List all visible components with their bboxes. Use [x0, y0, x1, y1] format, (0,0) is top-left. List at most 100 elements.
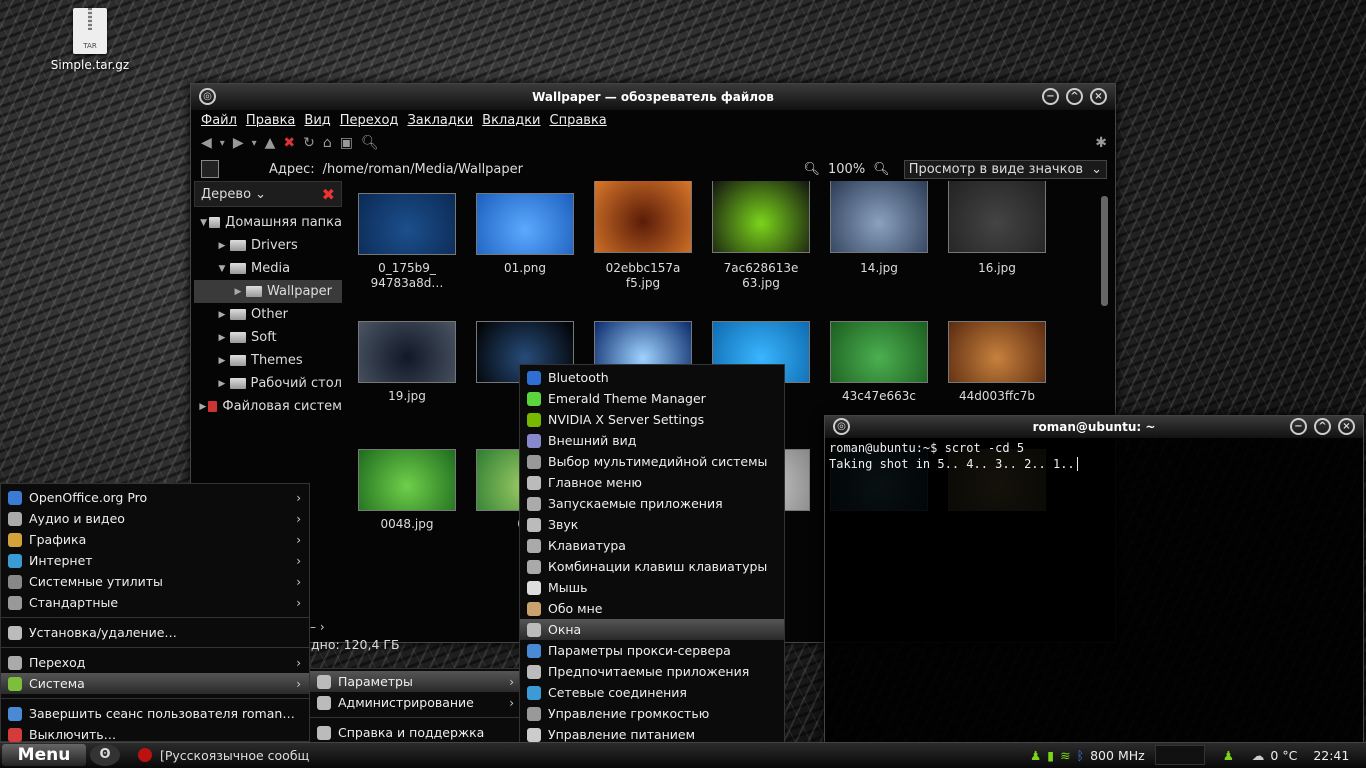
menu-button[interactable]: Menu: [2, 744, 86, 766]
scrollbar[interactable]: [1101, 196, 1108, 306]
image-thumbnail[interactable]: [830, 321, 928, 383]
stop-icon[interactable]: ✖: [283, 135, 295, 151]
window-menu-icon[interactable]: ◎: [833, 418, 850, 435]
user-switch-icon[interactable]: ♟: [1223, 748, 1234, 763]
maximize-icon[interactable]: ^: [1066, 88, 1083, 105]
main-menu-item[interactable]: Установка/удаление…: [1, 622, 309, 643]
reload-icon[interactable]: ↻: [303, 135, 315, 151]
computer-icon[interactable]: ▣: [340, 135, 353, 151]
menu-5[interactable]: Вкладки: [482, 113, 540, 128]
tree-item[interactable]: ▼ Media: [194, 257, 342, 280]
menu-6[interactable]: Справка: [550, 113, 607, 128]
expander-icon[interactable]: ▶: [198, 402, 208, 412]
menu-0[interactable]: Файл: [201, 113, 237, 128]
maximize-icon[interactable]: ^: [1314, 418, 1331, 435]
battery-icon[interactable]: ▮: [1047, 748, 1054, 763]
image-thumbnail[interactable]: [948, 181, 1046, 253]
image-thumbnail[interactable]: [712, 181, 810, 253]
main-menu-item[interactable]: Система ›: [1, 673, 309, 694]
expander-icon[interactable]: ▶: [214, 333, 230, 343]
minimize-icon[interactable]: −: [1290, 418, 1307, 435]
desktop-file-icon[interactable]: Simple.tar.gz: [48, 8, 132, 72]
image-thumbnail[interactable]: [948, 321, 1046, 383]
preferences-menu-item[interactable]: Мышь: [520, 577, 784, 598]
preferences-menu-item[interactable]: Параметры прокси-сервера: [520, 640, 784, 661]
clock[interactable]: 22:41: [1313, 748, 1349, 763]
image-thumbnail[interactable]: [358, 193, 456, 255]
search-icon[interactable]: 🔍︎: [361, 135, 379, 151]
preferences-menu-item[interactable]: Запускаемые приложения: [520, 493, 784, 514]
up-icon[interactable]: ▲: [265, 135, 276, 151]
menu-4[interactable]: Закладки: [407, 113, 473, 128]
menu-1[interactable]: Правка: [246, 113, 295, 128]
expander-icon[interactable]: ▶: [214, 379, 230, 389]
main-menu-item[interactable]: Переход ›: [1, 652, 309, 673]
chevron-down-icon[interactable]: ▾: [220, 138, 225, 149]
preferences-menu-item[interactable]: Комбинации клавиш клавиатуры: [520, 556, 784, 577]
tree-item[interactable]: ▶ Themes: [194, 349, 342, 372]
sidebar-mode-select[interactable]: Дерево ⌄ ✖: [194, 181, 342, 207]
tree-item[interactable]: ▶ Soft: [194, 326, 342, 349]
main-menu-item[interactable]: Стандартные ›: [1, 592, 309, 613]
preferences-menu-item[interactable]: Emerald Theme Manager: [520, 388, 784, 409]
view-mode-select[interactable]: Просмотр в виде значков ⌄: [903, 159, 1107, 179]
image-thumbnail[interactable]: [594, 181, 692, 253]
chevron-down-icon[interactable]: ▾: [252, 138, 257, 149]
close-icon[interactable]: ×: [1338, 418, 1355, 435]
window-menu-icon[interactable]: ◎: [199, 88, 216, 105]
tree-item[interactable]: ▼ Домашняя папка: [194, 211, 342, 234]
main-menu-item[interactable]: Интернет ›: [1, 550, 309, 571]
menu-2[interactable]: Вид: [304, 113, 330, 128]
main-menu-item[interactable]: Аудио и видео ›: [1, 508, 309, 529]
preferences-menu-item[interactable]: Выбор мультимедийной системы: [520, 451, 784, 472]
tree-item[interactable]: ▶ Other: [194, 303, 342, 326]
image-thumbnail[interactable]: [476, 193, 574, 255]
expander-icon[interactable]: ▶: [214, 356, 230, 366]
weather-icon[interactable]: ☁: [1252, 748, 1265, 763]
main-menu-item[interactable]: Системные утилиты ›: [1, 571, 309, 592]
system-menu-item[interactable]: Справка и поддержка: [310, 722, 522, 743]
zoom-in-icon[interactable]: 🔍︎: [873, 162, 890, 177]
edit-location-icon[interactable]: [201, 160, 219, 178]
file-manager-titlebar[interactable]: ◎ Wallpaper — обозреватель файлов − ^ ×: [191, 84, 1115, 110]
expander-icon[interactable]: ▼: [214, 264, 230, 274]
menu-3[interactable]: Переход: [340, 113, 399, 128]
close-sidebar-icon[interactable]: ✖: [322, 185, 335, 204]
main-menu-item[interactable]: Завершить сеанс пользователя roman…: [1, 703, 309, 724]
terminal-titlebar[interactable]: ◎ roman@ubuntu: ~ − ^ ×: [825, 416, 1363, 438]
tree-item[interactable]: ▶ Файловая систем: [194, 395, 342, 418]
tree-item[interactable]: ▶ Drivers: [194, 234, 342, 257]
preferences-menu-item[interactable]: Сетевые соединения: [520, 682, 784, 703]
image-thumbnail[interactable]: [358, 449, 456, 511]
preferences-menu-item[interactable]: Внешний вид: [520, 430, 784, 451]
preferences-menu-item[interactable]: Bluetooth: [520, 367, 784, 388]
image-thumbnail[interactable]: [358, 321, 456, 383]
preferences-menu-item[interactable]: Главное меню: [520, 472, 784, 493]
minimize-icon[interactable]: −: [1042, 88, 1059, 105]
preferences-menu-item[interactable]: Окна: [520, 619, 784, 640]
main-menu-item[interactable]: OpenOffice.org Pro ›: [1, 487, 309, 508]
main-menu-item[interactable]: Графика ›: [1, 529, 309, 550]
address-field[interactable]: /home/roman/Media/Wallpaper: [323, 162, 523, 177]
preferences-menu-item[interactable]: Предпочитаемые приложения: [520, 661, 784, 682]
gnome-foot-icon[interactable]: ʘ: [90, 744, 120, 766]
preferences-menu-item[interactable]: Управление громкостью: [520, 703, 784, 724]
cpu-frequency[interactable]: 800 MHz: [1090, 748, 1145, 763]
tree-item[interactable]: ▶ Рабочий стол: [194, 372, 342, 395]
wifi-icon[interactable]: ≋: [1060, 748, 1070, 763]
expander-icon[interactable]: ▶: [230, 287, 246, 297]
home-icon[interactable]: ⌂: [323, 135, 332, 151]
tree-item[interactable]: ▶ Wallpaper: [194, 280, 342, 303]
zoom-out-icon[interactable]: 🔍︎: [803, 162, 820, 177]
back-icon[interactable]: ◀: [201, 135, 212, 151]
preferences-menu-item[interactable]: Звук: [520, 514, 784, 535]
system-menu-item[interactable]: Администрирование ›: [310, 692, 522, 713]
temperature[interactable]: 0 °C: [1270, 748, 1297, 763]
preferences-menu-item[interactable]: Клавиатура: [520, 535, 784, 556]
system-menu-item[interactable]: Параметры ›: [310, 671, 522, 692]
taskbar-item[interactable]: [Русскоязычное сообщ: [138, 744, 309, 766]
close-icon[interactable]: ×: [1090, 88, 1107, 105]
forward-icon[interactable]: ▶: [233, 135, 244, 151]
user-icon[interactable]: ♟: [1030, 748, 1041, 763]
bluetooth-icon[interactable]: ᛒ: [1077, 748, 1085, 763]
